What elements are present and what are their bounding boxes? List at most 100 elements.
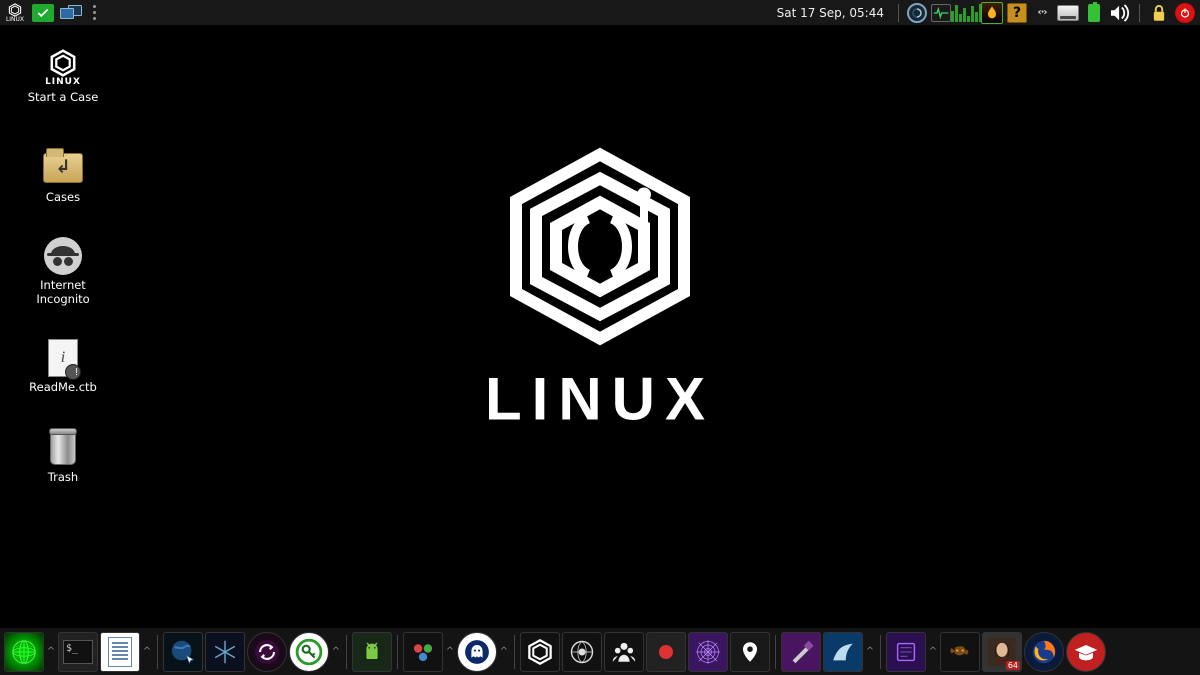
dock-geolocate-button[interactable] xyxy=(730,632,770,672)
power-icon xyxy=(1179,7,1191,19)
dock-group-caret[interactable]: ^ xyxy=(865,646,875,657)
dock-group-caret[interactable]: ^ xyxy=(46,646,56,657)
desktop-icon-label: ReadMe.ctb xyxy=(29,381,97,395)
book-icon xyxy=(892,638,920,666)
incognito-icon xyxy=(44,237,82,275)
desktop-icon-incognito[interactable]: Internet Incognito xyxy=(18,236,108,307)
top-panel-right: Sat 17 Sep, 05:44 ? ‹·› xyxy=(771,2,1196,24)
shark-fin-icon xyxy=(829,638,857,666)
dock-separator xyxy=(514,635,515,669)
dock-separator xyxy=(775,635,776,669)
folder-icon: ↲ xyxy=(43,153,83,183)
dock-onionshare-button[interactable] xyxy=(247,632,287,672)
map-pin-icon xyxy=(736,638,764,666)
lock-screen-button[interactable] xyxy=(1148,2,1170,24)
dock-osint-globe-button[interactable] xyxy=(562,632,602,672)
volume-button[interactable] xyxy=(1109,2,1131,24)
cpu-graph-button[interactable] xyxy=(955,2,977,24)
display-settings-button[interactable] xyxy=(60,4,84,22)
battery-icon xyxy=(1088,4,1100,22)
needle-icon xyxy=(787,638,815,666)
wallpaper-logo: LINUX xyxy=(485,147,715,434)
clipboard-manager-button[interactable] xyxy=(907,3,927,23)
power-button[interactable] xyxy=(1174,2,1196,24)
desktop-icon-label: Cases xyxy=(46,191,80,205)
bottom-dock: ^ $_ ^ ^ ^ ^ xyxy=(0,627,1200,675)
lock-icon xyxy=(1151,4,1167,22)
swirl-icon xyxy=(911,7,923,19)
dock-group-caret[interactable]: ^ xyxy=(331,646,341,657)
dock-record-button[interactable] xyxy=(646,632,686,672)
help-button[interactable]: ? xyxy=(1007,3,1027,23)
clock[interactable]: Sat 17 Sep, 05:44 xyxy=(771,6,890,20)
disk-icon xyxy=(1057,5,1079,21)
desktop-icon-trash[interactable]: Trash xyxy=(18,428,108,485)
dock-ghost-button[interactable] xyxy=(457,632,497,672)
dock-xsser-button[interactable] xyxy=(781,632,821,672)
dock-text-editor-button[interactable] xyxy=(100,632,140,672)
desktop[interactable]: LINUX Start a Case ↲ Cases Internet Inco… xyxy=(0,26,1200,627)
dock-separator xyxy=(397,635,398,669)
dock-forensics-button[interactable] xyxy=(886,632,926,672)
record-icon xyxy=(652,638,680,666)
wallpaper-text: LINUX xyxy=(485,365,715,434)
dock-wireshark-button[interactable] xyxy=(823,632,863,672)
dock-group-caret[interactable]: ^ xyxy=(142,646,152,657)
dock-spiderfoot-button[interactable] xyxy=(604,632,644,672)
network-button[interactable]: ‹·› xyxy=(1031,2,1053,24)
snowflake-icon xyxy=(211,638,239,666)
updater-button[interactable] xyxy=(32,2,54,24)
color-picker-button[interactable] xyxy=(981,2,1003,24)
panel-separator xyxy=(898,4,899,22)
desktop-icon-readme[interactable]: i! ReadMe.ctb xyxy=(18,338,108,395)
csi-hex-icon xyxy=(490,147,710,347)
graduation-cap-icon xyxy=(1072,638,1100,666)
dock-android-tools-button[interactable] xyxy=(352,632,392,672)
desktop-icon-label: Start a Case xyxy=(28,91,99,105)
dock-csi-button[interactable] xyxy=(520,632,560,672)
earth-cursor-icon xyxy=(169,638,197,666)
desktop-icon-label: Trash xyxy=(48,471,78,485)
dock-group-caret[interactable]: ^ xyxy=(445,646,455,657)
dock-terminal-button[interactable]: $_ xyxy=(58,632,98,672)
globe-leaf-icon xyxy=(568,638,596,666)
android-icon xyxy=(358,638,386,666)
sync-icon xyxy=(253,638,281,666)
document-icon xyxy=(108,637,132,667)
disk-button[interactable] xyxy=(1057,2,1079,24)
dock-webspider-button[interactable] xyxy=(688,632,728,672)
ghost-icon xyxy=(463,638,491,666)
trash-icon xyxy=(50,431,76,465)
dock-browser-button[interactable] xyxy=(163,632,203,672)
desktop-icon-start-case[interactable]: LINUX Start a Case xyxy=(18,48,108,105)
dock-ida-button[interactable]: 64 xyxy=(982,632,1022,672)
flame-icon xyxy=(984,5,1000,21)
system-monitor-button[interactable] xyxy=(931,4,951,22)
battery-button[interactable] xyxy=(1083,2,1105,24)
app-menu-button[interactable]: LINUX xyxy=(4,2,26,24)
dock-separator xyxy=(880,635,881,669)
dock-snowflake-button[interactable] xyxy=(205,632,245,672)
file-icon: i! xyxy=(48,339,78,377)
terminal-icon: $_ xyxy=(63,640,93,664)
dock-group-caret[interactable]: ^ xyxy=(928,646,938,657)
dock-group-caret[interactable]: ^ xyxy=(499,646,509,657)
spiderweb-icon xyxy=(694,638,722,666)
speaker-icon xyxy=(1109,4,1131,22)
firefox-icon xyxy=(1030,638,1058,666)
desktop-icon-label: Internet Incognito xyxy=(18,279,108,307)
cpu-bars-icon xyxy=(951,4,982,22)
dock-keepass-button[interactable] xyxy=(289,632,329,672)
dock-internet-button[interactable] xyxy=(4,632,44,672)
dock-firefox-button[interactable] xyxy=(1024,632,1064,672)
desktop-icon-cases[interactable]: ↲ Cases xyxy=(18,148,108,205)
dock-education-button[interactable] xyxy=(1066,632,1106,672)
dock-obs-button[interactable] xyxy=(403,632,443,672)
dock-separator xyxy=(157,635,158,669)
dock-dog-button[interactable] xyxy=(940,632,980,672)
globe-wire-icon xyxy=(10,638,38,666)
key-lock-icon xyxy=(295,638,323,666)
top-panel: LINUX Sat 17 Sep, 05:44 ? ‹·› xyxy=(0,0,1200,26)
app-menu-label: LINUX xyxy=(6,17,24,23)
panel-overflow-button[interactable] xyxy=(90,2,98,24)
